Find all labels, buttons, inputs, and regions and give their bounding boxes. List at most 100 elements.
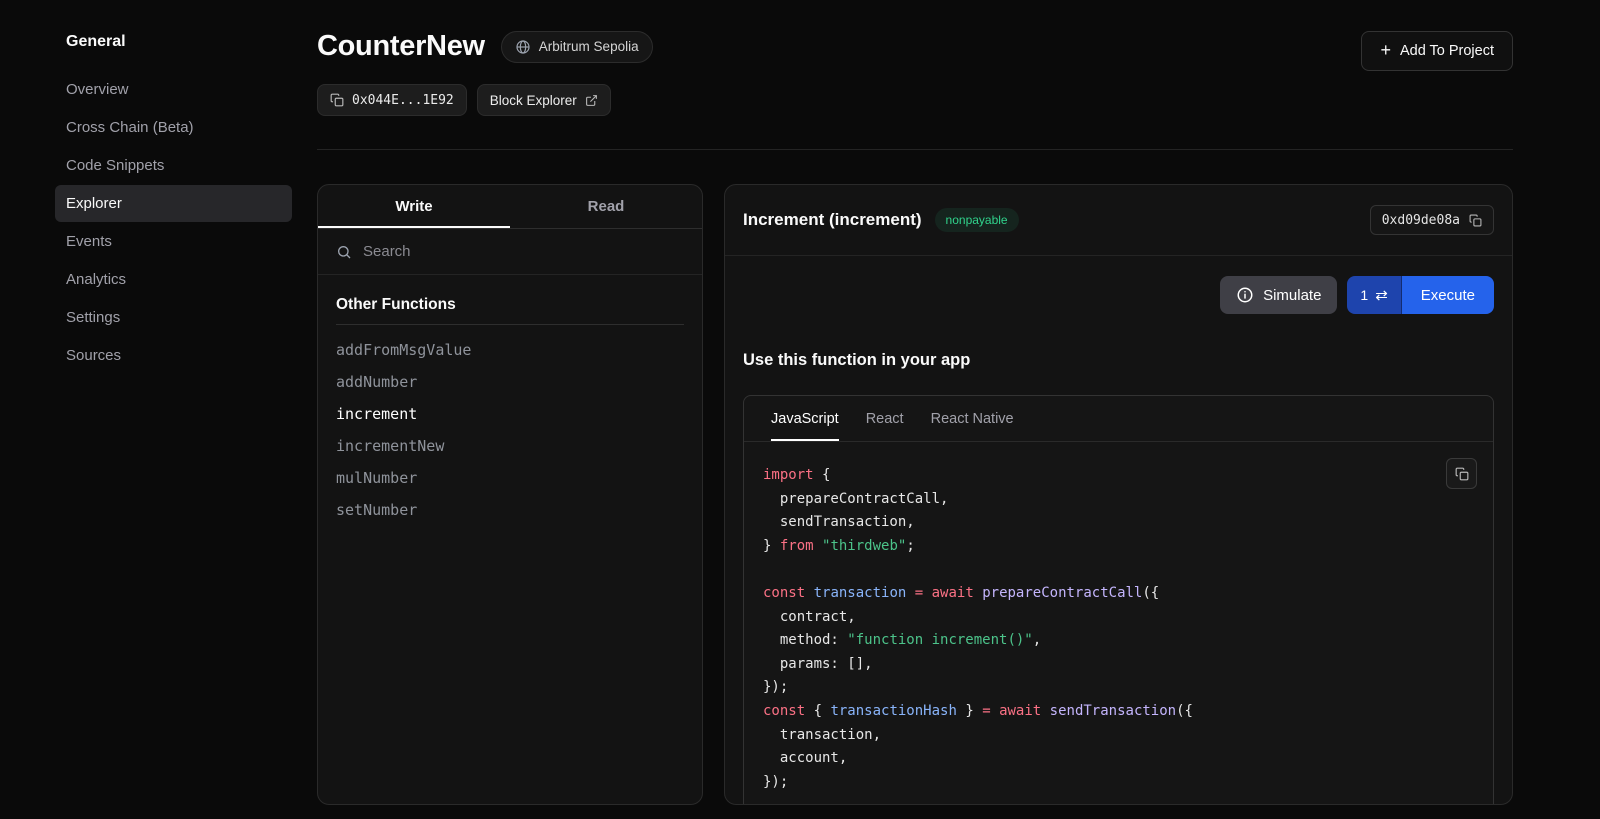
network-globe-icon [515,39,531,55]
function-item-increment[interactable]: increment [336,398,684,430]
code-line: } from "thirdweb"; [763,535,1474,559]
code-line: params: [], [763,653,1474,677]
code-tab-javascript[interactable]: JavaScript [771,396,839,441]
code-tabbar: JavaScript React React Native [744,396,1493,442]
code-area: import { prepareContractCall, sendTransa… [744,442,1493,805]
code-line: method: "function increment()", [763,629,1474,653]
sidebar-item-events[interactable]: Events [55,223,292,260]
code-token: from [780,538,814,554]
code-token: }); [763,679,788,695]
sidebar-item-analytics[interactable]: Analytics [55,261,292,298]
block-explorer-label: Block Explorer [490,93,577,108]
functions-panel: WriteRead Other Functions addFromMsgValu… [317,184,703,805]
execute-count-button[interactable]: 1 ⇄ [1347,276,1401,314]
block-explorer-button[interactable]: Block Explorer [477,84,611,116]
code-token: account, [763,750,847,766]
code-token: { [814,467,831,483]
execute-label: Execute [1421,287,1475,304]
execute-button[interactable]: Execute [1402,276,1494,314]
header-divider [317,149,1513,150]
execute-group: 1 ⇄ Execute [1347,276,1494,314]
plus-icon: + [1380,41,1391,59]
contract-address-button[interactable]: 0x044E...1E92 [317,84,467,116]
action-row: Simulate 1 ⇄ Execute [725,256,1512,314]
code-token [906,585,914,601]
sidebar-item-overview[interactable]: Overview [55,71,292,108]
code-line: import { [763,464,1474,488]
search-bar [318,229,702,275]
code-token: const [763,585,805,601]
address-row: 0x044E...1E92 Block Explorer [317,84,1513,116]
simulate-button[interactable]: Simulate [1220,276,1337,314]
app-root: General OverviewCross Chain (Beta)Code S… [0,0,1600,819]
code-token: sendTransaction [1050,703,1176,719]
function-detail-header: Increment (increment) nonpayable 0xd09de… [725,185,1512,255]
code-token: = [915,585,923,601]
code-token: contract, [763,609,856,625]
code-token: await [932,585,974,601]
info-icon [1236,286,1254,304]
function-item-setnumber[interactable]: setNumber [336,494,684,526]
code-line: contract, [763,606,1474,630]
code-token: } [957,703,982,719]
function-selector-label: 0xd09de08a [1382,213,1460,228]
swap-arrows-icon: ⇄ [1375,288,1388,303]
code-token: prepareContractCall [982,585,1142,601]
sidebar-heading: General [66,33,292,51]
code-token: ({ [1142,585,1159,601]
function-detail-panel: Increment (increment) nonpayable 0xd09de… [724,184,1513,805]
sidebar-nav: OverviewCross Chain (Beta)Code SnippetsE… [55,71,292,374]
function-item-mulnumber[interactable]: mulNumber [336,462,684,494]
code-token [805,585,813,601]
code-token: = [982,703,990,719]
network-badge-label: Arbitrum Sepolia [539,39,639,54]
code-token: "function increment()" [847,632,1032,648]
copy-code-button[interactable] [1446,458,1477,489]
execute-count-value: 1 [1360,287,1368,303]
code-token: sendTransaction, [763,514,915,530]
code-line [763,558,1474,582]
code-token: prepareContractCall, [763,491,948,507]
panels: WriteRead Other Functions addFromMsgValu… [317,184,1513,805]
function-item-addfrommsgvalue[interactable]: addFromMsgValue [336,334,684,366]
code-token: } [763,538,780,554]
page-header: CounterNew Arbitrum Sepolia [317,30,1513,63]
search-input[interactable] [361,242,684,261]
function-item-incrementnew[interactable]: incrementNew [336,430,684,462]
sidebar-item-code-snippets[interactable]: Code Snippets [55,147,292,184]
sidebar-item-settings[interactable]: Settings [55,299,292,336]
code-token [974,585,982,601]
external-link-icon [585,94,598,107]
code-line: transaction, [763,724,1474,748]
tab-read[interactable]: Read [510,185,702,228]
function-selector-button[interactable]: 0xd09de08a [1370,205,1494,235]
main-content: CounterNew Arbitrum Sepolia 0x044E...1E9… [317,0,1600,819]
function-list: addFromMsgValueaddNumberincrementincreme… [336,334,684,526]
functions-tabbar: WriteRead [318,185,702,229]
code-line: }); [763,676,1474,700]
function-item-addnumber[interactable]: addNumber [336,366,684,398]
code-tab-react-native[interactable]: React Native [931,396,1014,441]
add-to-project-label: Add To Project [1400,43,1494,59]
sidebar-item-sources[interactable]: Sources [55,337,292,374]
sidebar: General OverviewCross Chain (Beta)Code S… [0,0,317,819]
sidebar-item-explorer[interactable]: Explorer [55,185,292,222]
simulate-label: Simulate [1263,287,1321,304]
code-token [923,585,931,601]
add-to-project-button[interactable]: + Add To Project [1361,31,1513,71]
code-line: const transaction = await prepareContrac… [763,582,1474,606]
code-line: account, [763,747,1474,771]
contract-address-label: 0x044E...1E92 [352,93,454,108]
code-token: transactionHash [830,703,956,719]
code-token: ; [906,538,914,554]
code-token: , [1033,632,1041,648]
usage-title: Use this function in your app [743,351,1494,370]
sidebar-item-cross-chain-beta[interactable]: Cross Chain (Beta) [55,109,292,146]
code-token: method: [763,632,847,648]
network-badge[interactable]: Arbitrum Sepolia [501,31,653,63]
code-token: await [999,703,1041,719]
code-tab-react[interactable]: React [866,396,904,441]
tab-write[interactable]: Write [318,185,510,228]
code-line: const { transactionHash } = await sendTr… [763,700,1474,724]
code-token: transaction [814,585,907,601]
